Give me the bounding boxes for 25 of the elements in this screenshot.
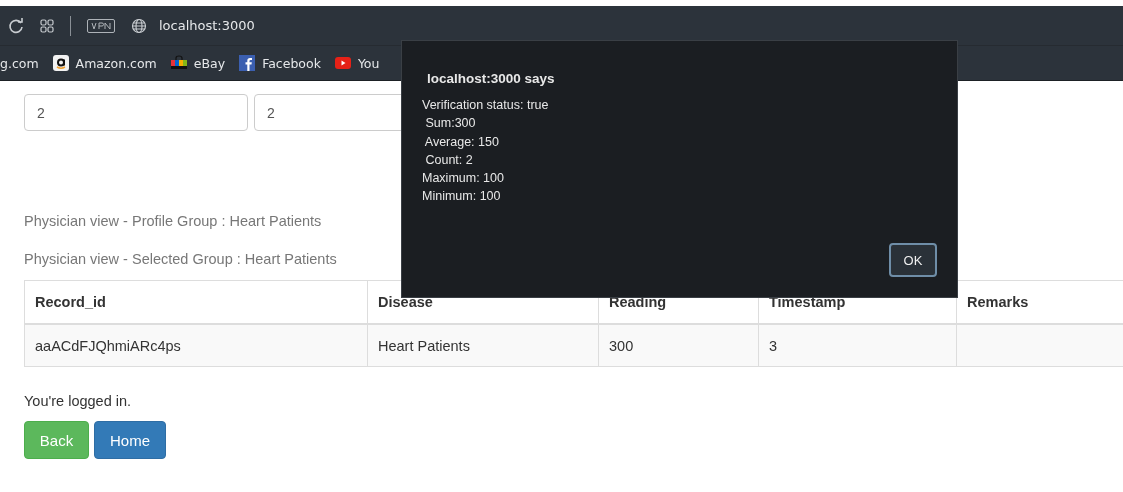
bookmark-link[interactable]: You: [357, 55, 380, 71]
vpn-badge-icon[interactable]: [87, 18, 115, 33]
home-button[interactable]: Home: [94, 421, 166, 459]
bookmark-link[interactable]: eBay: [193, 55, 226, 71]
play-icon[interactable]: [334, 55, 351, 71]
group-label: Physician view - Profile Group : Heart Patients: [24, 213, 322, 229]
group-label: Physician view - Selected Group : Heart Patients: [24, 251, 337, 267]
bookmark-link[interactable]: Amazon.com: [75, 55, 157, 71]
bookmark-link[interactable]: Facebook: [262, 55, 321, 71]
input-field[interactable]: 2: [24, 94, 248, 131]
table-cell: aaACdFJQhmiARc4ps: [24, 324, 368, 367]
shopping-bag-icon[interactable]: [170, 55, 187, 71]
status-text: You're logged in.: [24, 393, 133, 409]
reload-icon[interactable]: [8, 17, 24, 34]
globe-icon[interactable]: [131, 17, 147, 34]
bookmark-link[interactable]: g.com: [0, 55, 39, 71]
table-cell: 3: [758, 324, 957, 367]
table-cell: 300: [598, 324, 759, 367]
table-cell: Heart Patients: [367, 324, 599, 367]
ok-button[interactable]: OK: [889, 243, 937, 277]
grid-icon[interactable]: [40, 18, 54, 33]
dialog-title: localhost:3000 says: [426, 71, 556, 86]
address-bar-text[interactable]: localhost:3000: [159, 18, 255, 33]
amazon-icon[interactable]: [52, 55, 69, 71]
facebook-icon[interactable]: [239, 55, 256, 71]
